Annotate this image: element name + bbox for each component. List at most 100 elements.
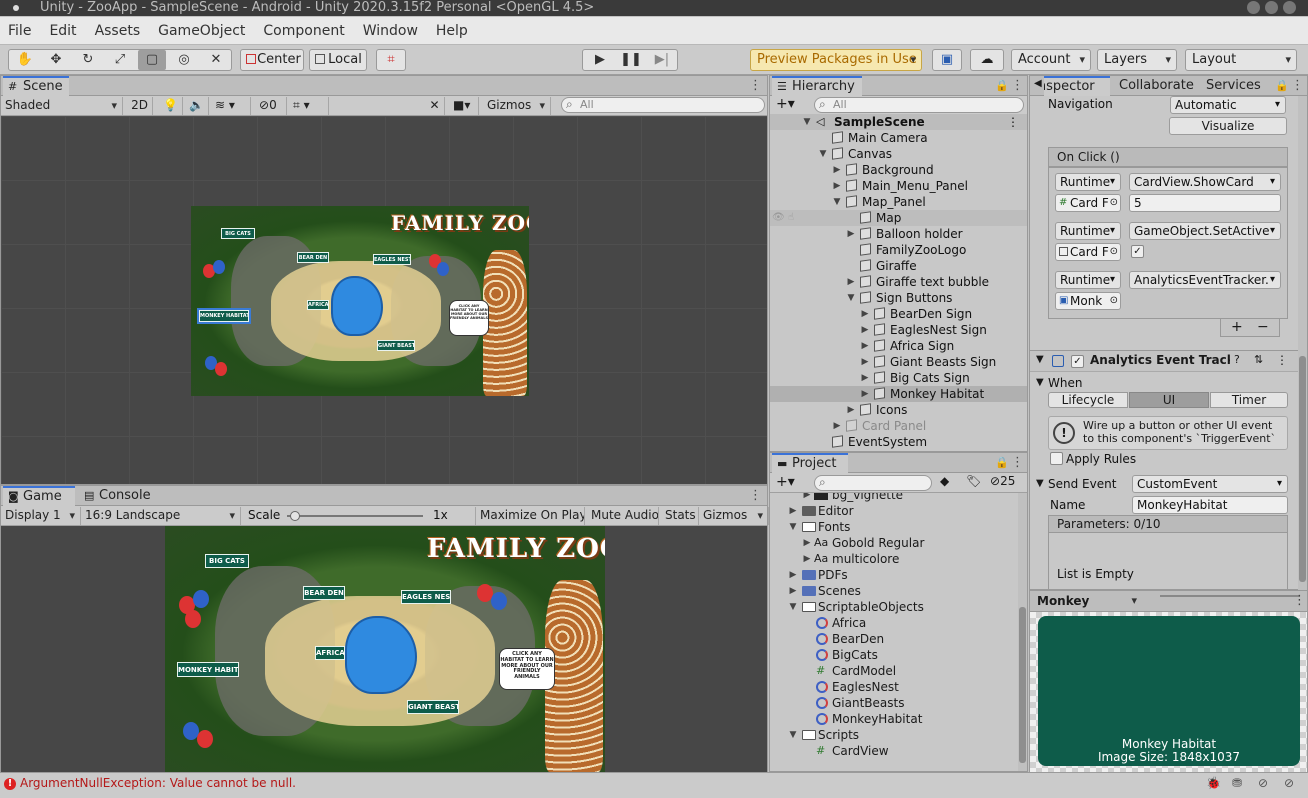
game-sign-africa[interactable]: AFRICA bbox=[315, 646, 345, 660]
game-gizmos-dropdown[interactable]: Gizmos bbox=[699, 507, 769, 525]
event-2-function-dropdown[interactable]: AnalyticsEventTracker. bbox=[1129, 271, 1281, 289]
hand-tool-icon[interactable]: ✋ bbox=[11, 53, 39, 67]
when-timer-button[interactable]: Timer bbox=[1210, 392, 1288, 408]
grid-snap-button[interactable]: ⌗ bbox=[376, 49, 406, 71]
project-add-icon[interactable]: +▾ bbox=[776, 474, 795, 490]
cache-server-icon[interactable]: ⛃ bbox=[1232, 776, 1242, 790]
game-sign-giant-beasts[interactable]: GIANT BEASTS bbox=[407, 700, 459, 714]
maximize-icon[interactable] bbox=[1265, 1, 1278, 14]
preview-menu-icon[interactable]: ⋮ bbox=[1293, 593, 1306, 609]
shading-mode-dropdown[interactable]: Shaded bbox=[1, 97, 123, 115]
hierarchy-search-input[interactable]: All bbox=[814, 97, 1024, 113]
gizmos-dropdown[interactable]: Gizmos bbox=[483, 97, 551, 115]
hierarchy-item-main-menu-panel[interactable]: ▶ Main_Menu_Panel bbox=[770, 178, 1027, 194]
project-item-gobold-regular[interactable]: ▶ Aa Gobold Regular bbox=[770, 535, 1018, 551]
foldout-arrow-icon[interactable]: ▼ bbox=[1036, 354, 1044, 365]
hierarchy-item-giraffe[interactable]: Giraffe bbox=[770, 258, 1027, 274]
step-icon[interactable]: ▶| bbox=[647, 53, 677, 67]
project-item-scenes[interactable]: ▶ Scenes bbox=[770, 583, 1018, 599]
sign-africa[interactable]: AFRICA bbox=[307, 300, 329, 310]
tab-hierarchy[interactable]: ☰ Hierarchy bbox=[772, 76, 862, 96]
hidden-packages-toggle[interactable]: ⊘25 bbox=[990, 474, 1015, 488]
layers-dropdown[interactable]: Layers bbox=[1097, 49, 1177, 71]
project-item-scripts[interactable]: ▼ Scripts bbox=[770, 727, 1018, 743]
object-picker-icon[interactable]: ⊙ bbox=[1110, 244, 1118, 260]
component-enabled-checkbox[interactable]: ✓ bbox=[1071, 355, 1084, 368]
project-item-editor[interactable]: ▶ Editor bbox=[770, 503, 1018, 519]
sign-big-cats[interactable]: BIG CATS bbox=[221, 228, 255, 239]
move-tool-icon[interactable]: ✥ bbox=[42, 53, 70, 67]
game-sign-big-cats[interactable]: BIG CATS bbox=[205, 554, 249, 568]
tab-scene[interactable]: # Scene bbox=[3, 76, 69, 96]
event-1-function-dropdown[interactable]: GameObject.SetActive bbox=[1129, 222, 1281, 240]
hidden-objects-toggle[interactable]: ⊘0 bbox=[255, 97, 287, 115]
hierarchy-item-familyzoologo[interactable]: FamilyZooLogo bbox=[770, 242, 1027, 258]
menu-edit[interactable]: Edit bbox=[40, 17, 85, 45]
debug-mode-icon[interactable]: 🐞 bbox=[1206, 776, 1221, 790]
tab-collaborate[interactable]: Collaborate bbox=[1114, 76, 1200, 96]
apply-rules-checkbox[interactable] bbox=[1050, 452, 1063, 465]
when-lifecycle-button[interactable]: Lifecycle bbox=[1048, 392, 1128, 408]
layout-dropdown[interactable]: Layout bbox=[1185, 49, 1297, 71]
effects-icon[interactable]: ≋ ▾ bbox=[211, 97, 251, 115]
hierarchy-item-big-cats-sign[interactable]: ▶ Big Cats Sign bbox=[770, 370, 1027, 386]
status-error-text[interactable]: ArgumentNullException: Value cannot be n… bbox=[20, 776, 296, 790]
hierarchy-item-background[interactable]: ▶ Background bbox=[770, 162, 1027, 178]
hierarchy-item-icons[interactable]: ▶ Icons bbox=[770, 402, 1027, 418]
aspect-dropdown[interactable]: 16:9 Landscape bbox=[81, 507, 241, 525]
scene-search-input[interactable]: All bbox=[561, 97, 765, 113]
project-item-cardview[interactable]: # CardView bbox=[770, 743, 1018, 759]
tools-icon[interactable]: ✕ bbox=[425, 97, 445, 115]
send-event-foldout-icon[interactable]: ▼ bbox=[1036, 478, 1044, 489]
event-0-runtime-dropdown[interactable]: Runtime bbox=[1055, 173, 1121, 191]
game-sign-bear-den[interactable]: BEAR DEN bbox=[303, 586, 345, 600]
when-ui-button[interactable]: UI bbox=[1129, 392, 1209, 408]
pivot-center-button[interactable]: Center bbox=[240, 49, 304, 71]
component-menu-icon[interactable]: ⋮ bbox=[1276, 353, 1288, 367]
project-search-input[interactable] bbox=[814, 475, 932, 491]
visualize-button[interactable]: Visualize bbox=[1169, 117, 1287, 135]
hierarchy-item-main-camera[interactable]: Main Camera bbox=[770, 130, 1027, 146]
custom-tool-icon[interactable]: ✕ bbox=[202, 53, 230, 67]
visibility-icon[interactable]: 👁 bbox=[772, 210, 785, 226]
preset-icon[interactable]: ⇅ bbox=[1254, 353, 1263, 366]
inspector-scrollbar[interactable] bbox=[1298, 96, 1307, 590]
hierarchy-lock-icon[interactable]: 🔒 bbox=[995, 78, 1009, 94]
package-manager-icon[interactable]: ▣ bbox=[932, 49, 962, 71]
project-item-bearden[interactable]: BearDen bbox=[770, 631, 1018, 647]
scale-slider-thumb[interactable] bbox=[289, 511, 300, 521]
scale-slider[interactable] bbox=[287, 511, 423, 521]
project-item-giantbeasts[interactable]: GiantBeasts bbox=[770, 695, 1018, 711]
analytics-component-header[interactable]: ▼ ✓ Analytics Event Tracker ? ⇅ ⋮ bbox=[1030, 350, 1298, 372]
hierarchy-item-sign-buttons[interactable]: ▼ Sign Buttons bbox=[770, 290, 1027, 306]
pickable-icon[interactable]: ☝ bbox=[788, 210, 794, 226]
navigation-dropdown[interactable]: Automatic bbox=[1170, 96, 1286, 114]
hierarchy-add-icon[interactable]: +▾ bbox=[776, 96, 795, 112]
hierarchy-item-balloon-holder[interactable]: ▶ Balloon holder bbox=[770, 226, 1027, 242]
hierarchy-item-eaglesnest-sign[interactable]: ▶ EaglesNest Sign bbox=[770, 322, 1027, 338]
sign-bear-den[interactable]: BEAR DEN bbox=[297, 252, 329, 263]
event-2-object-field[interactable]: ▣ Monk ⊙ bbox=[1055, 292, 1121, 310]
project-lock-icon[interactable]: 🔒 bbox=[995, 455, 1009, 471]
hierarchy-menu-icon[interactable]: ⋮ bbox=[1011, 78, 1024, 94]
rect-tool-icon[interactable]: ▢ bbox=[138, 50, 166, 70]
menu-assets[interactable]: Assets bbox=[86, 17, 150, 45]
hierarchy-item-eventsystem[interactable]: EventSystem bbox=[770, 434, 1027, 450]
hierarchy-item-map-panel[interactable]: ▼ Map_Panel bbox=[770, 194, 1027, 210]
menu-file[interactable]: File bbox=[0, 17, 40, 45]
hierarchy-item-giraffe-text-bubble[interactable]: ▶ Giraffe text bubble bbox=[770, 274, 1027, 290]
scale-tool-icon[interactable]: ⤢ bbox=[106, 53, 134, 67]
hierarchy-item-bearden-sign[interactable]: ▶ BearDen Sign bbox=[770, 306, 1027, 322]
project-menu-icon[interactable]: ⋮ bbox=[1011, 455, 1024, 471]
scene-map-image[interactable]: FAMILY ZOO BIG CATS BEAR DEN EAGLES NEST… bbox=[191, 206, 529, 396]
hierarchy-item-giant-beasts-sign[interactable]: ▶ Giant Beasts Sign bbox=[770, 354, 1027, 370]
menu-help[interactable]: Help bbox=[427, 17, 477, 45]
remove-event-icon[interactable]: − bbox=[1257, 319, 1269, 335]
game-map-image[interactable]: FAMILY ZOO BIG CATS BEAR DEN EAGLES NEST… bbox=[165, 526, 605, 772]
event-0-object-field[interactable]: # Card F ⊙ bbox=[1055, 194, 1121, 212]
menu-window[interactable]: Window bbox=[354, 17, 427, 45]
project-item-scriptableobjects[interactable]: ▼ ScriptableObjects bbox=[770, 599, 1018, 615]
audio-icon[interactable]: 🔈 bbox=[185, 97, 209, 115]
auto-generate-lighting-icon[interactable]: ⊘ bbox=[1258, 776, 1268, 790]
help-icon[interactable]: ? bbox=[1234, 353, 1240, 366]
